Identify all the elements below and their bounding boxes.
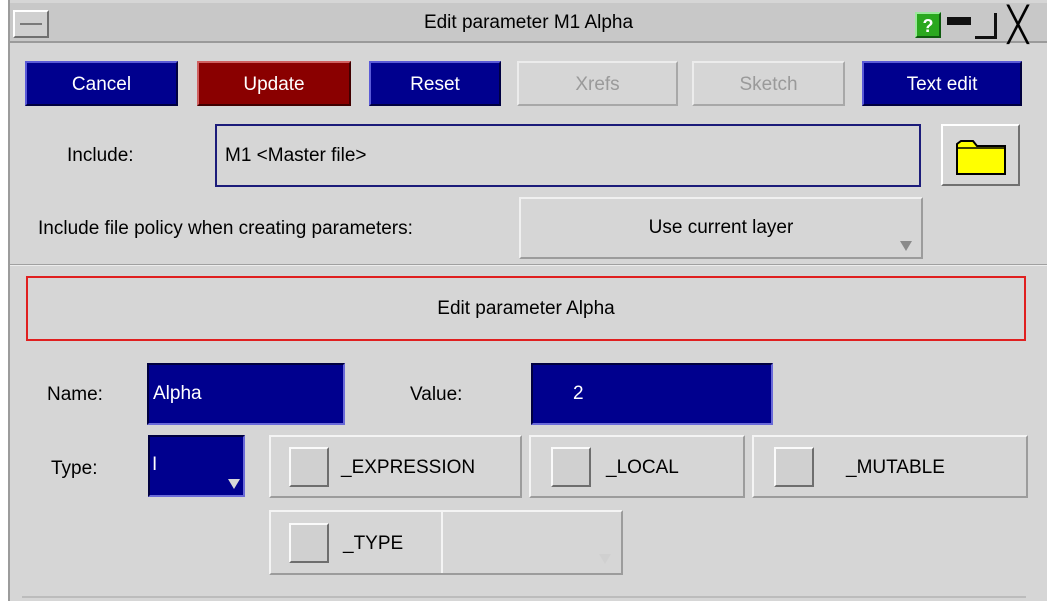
- update-button[interactable]: Update: [197, 61, 351, 106]
- type-qualifier-dropdown[interactable]: [441, 512, 621, 573]
- type-option[interactable]: _TYPE: [269, 510, 623, 575]
- mutable-option[interactable]: _MUTABLE: [752, 435, 1028, 498]
- bottom-rule: [22, 596, 1026, 598]
- policy-label: Include file policy when creating parame…: [38, 218, 413, 239]
- local-checkbox[interactable]: [551, 447, 591, 487]
- help-icon[interactable]: ?: [915, 12, 941, 38]
- title-bar[interactable]: Edit parameter M1 Alpha ? ╳: [10, 3, 1047, 44]
- type-dropdown[interactable]: I: [148, 435, 245, 497]
- sketch-button[interactable]: Sketch: [692, 61, 845, 106]
- expression-label: _EXPRESSION: [341, 457, 476, 478]
- browse-include-button[interactable]: [941, 124, 1020, 186]
- xrefs-button[interactable]: Xrefs: [517, 61, 678, 106]
- policy-value: Use current layer: [648, 217, 794, 238]
- type-flag-label: _TYPE: [343, 533, 404, 554]
- cancel-button[interactable]: Cancel: [25, 61, 178, 106]
- local-option[interactable]: _LOCAL: [529, 435, 745, 498]
- type-checkbox[interactable]: [289, 523, 329, 563]
- value-label: Value:: [410, 384, 463, 405]
- mutable-label: _MUTABLE: [846, 457, 945, 478]
- include-field[interactable]: M1 <Master file>: [215, 124, 921, 187]
- include-label: Include:: [67, 145, 134, 166]
- dropdown-arrow-icon: [228, 479, 240, 489]
- name-input[interactable]: Alpha: [147, 363, 345, 425]
- name-label: Name:: [47, 384, 103, 405]
- type-label: Type:: [51, 458, 98, 479]
- reset-button[interactable]: Reset: [369, 61, 501, 106]
- maximize-icon[interactable]: [975, 13, 997, 39]
- expression-option[interactable]: _EXPRESSION: [269, 435, 522, 498]
- dropdown-arrow-icon: [599, 554, 611, 564]
- system-menu-button[interactable]: [13, 10, 49, 38]
- local-label: _LOCAL: [606, 457, 679, 478]
- folder-icon: [956, 140, 1006, 175]
- expression-checkbox[interactable]: [289, 447, 329, 487]
- policy-dropdown[interactable]: Use current layer: [519, 197, 923, 259]
- dropdown-arrow-icon: [900, 241, 912, 251]
- mutable-checkbox[interactable]: [774, 447, 814, 487]
- window-title: Edit parameter M1 Alpha: [423, 12, 634, 33]
- edit-parameter-banner: Edit parameter Alpha: [26, 276, 1026, 341]
- text-edit-button[interactable]: Text edit: [862, 61, 1022, 106]
- value-input[interactable]: 2: [531, 363, 773, 425]
- minimize-icon[interactable]: [947, 17, 971, 25]
- close-icon[interactable]: ╳: [1001, 6, 1035, 44]
- section-divider: [10, 264, 1047, 266]
- type-value: I: [152, 454, 158, 475]
